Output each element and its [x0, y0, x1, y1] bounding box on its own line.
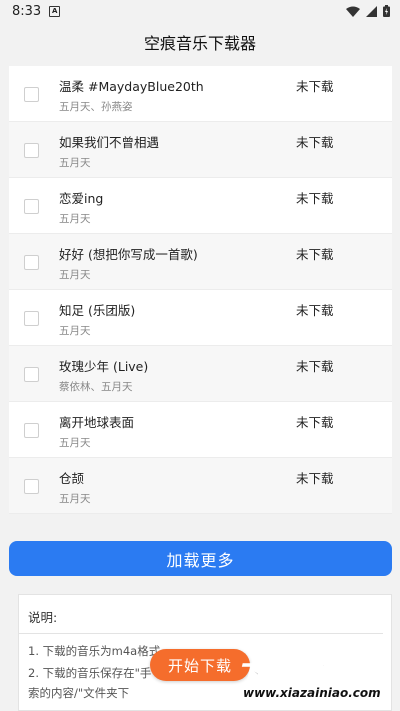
- notification-a-icon: A: [49, 5, 61, 17]
- signal-icon: [366, 5, 377, 17]
- load-more-button[interactable]: 加载更多: [9, 541, 392, 576]
- watermark-logo: 下载写应用 www.xiazainiao.com: [237, 656, 398, 708]
- song-row[interactable]: 恋爱ing 五月天 未下载: [9, 178, 392, 234]
- song-artist: 五月天: [59, 269, 91, 281]
- song-row[interactable]: 如果我们不曾相遇 五月天 未下载: [9, 122, 392, 178]
- song-artist: 五月天: [59, 213, 91, 225]
- notes-line-3: 索的内容/"文件夹下: [28, 686, 130, 700]
- notes-line-1: 1. 下载的音乐为m4a格式: [28, 644, 161, 658]
- song-status: 未下载: [296, 135, 334, 150]
- song-checkbox[interactable]: [24, 87, 39, 102]
- status-left: 8:33 A: [12, 3, 61, 19]
- song-row[interactable]: 好好 (想把你写成一首歌) 五月天 未下载: [9, 234, 392, 290]
- song-artist: 五月天: [59, 437, 91, 449]
- song-checkbox[interactable]: [24, 423, 39, 438]
- song-artist: 五月天: [59, 493, 91, 505]
- song-title: 温柔 #MaydayBlue20th: [59, 79, 204, 94]
- song-row[interactable]: 知足 (乐团版) 五月天 未下载: [9, 290, 392, 346]
- watermark-sub: www.xiazainiao.com: [243, 686, 381, 700]
- song-status: 未下载: [296, 359, 334, 374]
- status-time: 8:33: [12, 3, 42, 19]
- notes-divider: [19, 633, 383, 634]
- status-right: [346, 5, 390, 17]
- song-checkbox[interactable]: [24, 143, 39, 158]
- song-row[interactable]: 离开地球表面 五月天 未下载: [9, 402, 392, 458]
- song-row[interactable]: 温柔 #MaydayBlue20th 五月天、孙燕姿 未下载: [9, 66, 392, 122]
- song-artist: 五月天、孙燕姿: [59, 101, 133, 113]
- song-status: 未下载: [296, 471, 334, 486]
- song-title: 知足 (乐团版): [59, 303, 136, 318]
- song-title: 玫瑰少年 (Live): [59, 359, 149, 374]
- status-bar: 8:33 A: [0, 0, 400, 22]
- notes-title: 说明:: [28, 610, 58, 625]
- battery-icon: [383, 5, 390, 17]
- song-status: 未下载: [296, 79, 334, 94]
- app-bar: 空痕音乐下载器: [0, 22, 400, 62]
- song-status: 未下载: [296, 191, 334, 206]
- song-title: 离开地球表面: [59, 415, 135, 430]
- song-checkbox[interactable]: [24, 255, 39, 270]
- song-checkbox[interactable]: [24, 311, 39, 326]
- song-checkbox[interactable]: [24, 367, 39, 382]
- song-artist: 蔡依林、五月天: [59, 381, 133, 393]
- start-download-button[interactable]: 开始下载: [150, 649, 250, 681]
- song-row[interactable]: 玫瑰少年 (Live) 蔡依林、五月天 未下载: [9, 346, 392, 402]
- song-artist: 五月天: [59, 157, 91, 169]
- song-status: 未下载: [296, 247, 334, 262]
- song-checkbox[interactable]: [24, 479, 39, 494]
- wifi-icon: [346, 6, 360, 17]
- load-more-label: 加载更多: [166, 550, 235, 570]
- song-list: 温柔 #MaydayBlue20th 五月天、孙燕姿 未下载 如果我们不曾相遇 …: [9, 66, 392, 514]
- song-status: 未下载: [296, 303, 334, 318]
- song-status: 未下载: [296, 415, 334, 430]
- song-checkbox[interactable]: [24, 199, 39, 214]
- song-artist: 五月天: [59, 325, 91, 337]
- song-title: 恋爱ing: [59, 191, 104, 206]
- song-row[interactable]: 仓颉 五月天 未下载: [9, 458, 392, 514]
- watermark-main: 下载写应用: [237, 662, 354, 688]
- start-download-label: 开始下载: [167, 656, 232, 675]
- song-title: 好好 (想把你写成一首歌): [59, 247, 198, 262]
- app-title: 空痕音乐下载器: [143, 34, 256, 53]
- notes-line-2: 2. 下载的音乐保存在"手: [28, 666, 152, 680]
- song-title: 如果我们不曾相遇: [59, 135, 160, 150]
- song-title: 仓颉: [59, 471, 85, 486]
